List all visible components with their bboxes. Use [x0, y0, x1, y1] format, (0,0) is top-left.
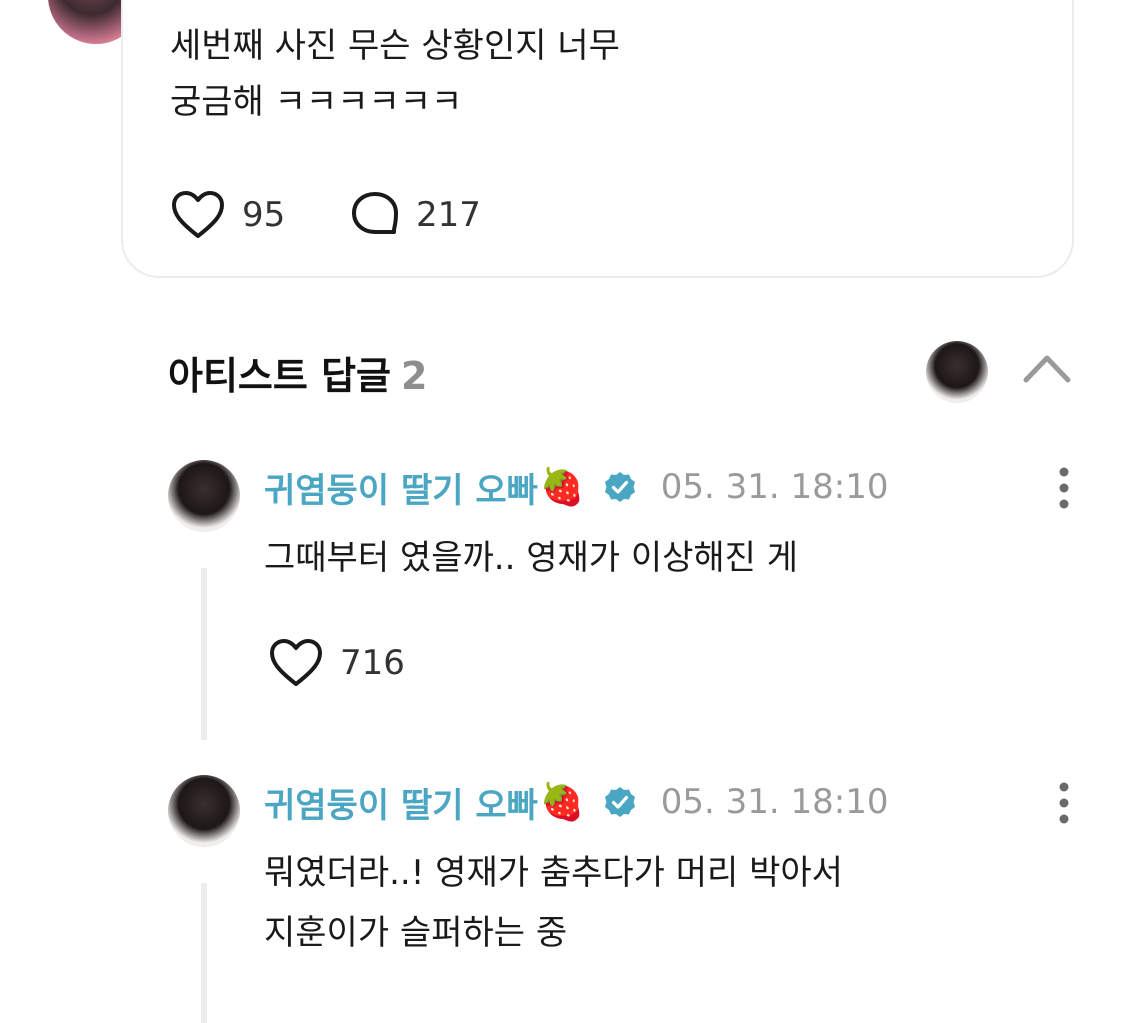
artist-avatar[interactable] — [168, 775, 240, 847]
artist-name[interactable]: 귀염둥이 딸기 오빠 — [264, 778, 538, 827]
heart-icon — [270, 639, 322, 686]
strawberry-emoji: 🍓 — [539, 467, 585, 508]
reply-text: 그때부터 였을까.. 영재가 이상해진 게 — [264, 538, 799, 578]
thread-line — [201, 568, 207, 740]
reply-header: 귀염둥이 딸기 오빠 🍓 05. 31. 18:10 — [264, 777, 889, 827]
collapse-replies-button[interactable] — [1020, 350, 1074, 390]
artist-avatar — [926, 341, 988, 403]
fan-comment-text: 세번째 사진 무슨 상황인지 너무 궁금해 ㅋㅋㅋㅋㅋㅋ — [170, 26, 620, 122]
verified-badge-icon — [604, 787, 635, 817]
verified-badge-icon — [604, 472, 635, 502]
more-vertical-icon — [1059, 782, 1069, 824]
artist-name[interactable]: 귀염둥이 딸기 오빠 — [264, 463, 538, 512]
more-vertical-icon — [1059, 467, 1069, 509]
comment-bubble-icon — [352, 192, 398, 234]
reply-timestamp: 05. 31. 18:10 — [660, 467, 889, 507]
strawberry-emoji: 🍓 — [539, 782, 585, 823]
chevron-up-icon — [1023, 355, 1071, 383]
heart-icon — [172, 191, 224, 238]
thread-line — [201, 883, 207, 1023]
comment-count: 217 — [416, 195, 481, 235]
like-count: 95 — [242, 195, 286, 235]
reply-like-button[interactable]: 716 — [268, 638, 405, 688]
reply-header: 귀염둥이 딸기 오빠 🍓 05. 31. 18:10 — [264, 462, 889, 512]
artist-replies-title: 아티스트 답글 — [168, 354, 391, 398]
like-button[interactable]: 95 — [170, 190, 285, 240]
reply-timestamp: 05. 31. 18:10 — [660, 782, 889, 822]
artist-replies-count: 2 — [401, 354, 428, 398]
artist-avatar[interactable] — [168, 460, 240, 532]
more-options-button[interactable] — [1056, 466, 1072, 514]
artist-replies-header: 아티스트 답글 2 — [168, 345, 427, 400]
reply-text: 뭐였더라..! 영재가 춤추다가 머리 박아서 지훈이가 슬퍼하는 중 — [264, 853, 843, 953]
more-options-button[interactable] — [1056, 781, 1072, 829]
reply-like-count: 716 — [340, 643, 405, 683]
comment-button[interactable]: 217 — [350, 190, 481, 240]
